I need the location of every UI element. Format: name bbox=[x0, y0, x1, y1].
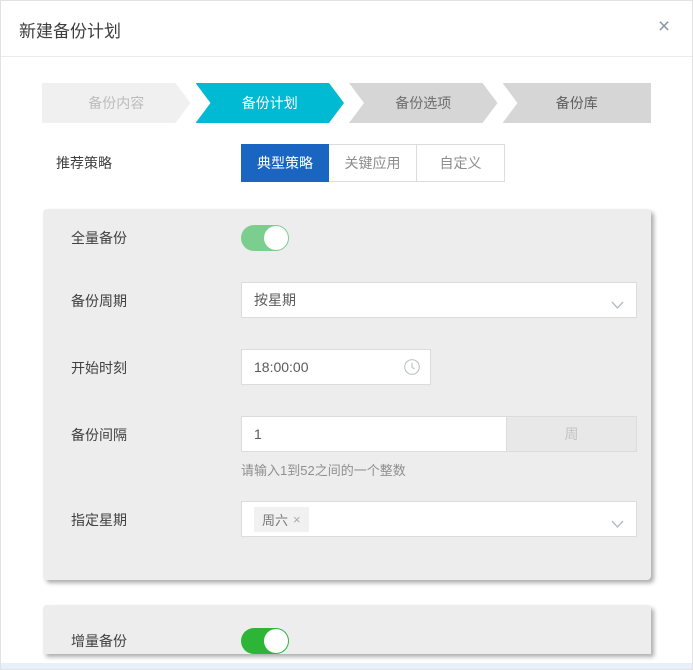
step-backup-plan[interactable]: 备份计划 bbox=[196, 83, 345, 123]
backup-cycle-label: 备份周期 bbox=[71, 293, 127, 309]
backup-interval-input[interactable] bbox=[241, 416, 507, 452]
incremental-backup-toggle[interactable] bbox=[241, 628, 289, 654]
recommended-strategy-label: 推荐策略 bbox=[56, 155, 112, 171]
step-label: 备份库 bbox=[555, 95, 598, 111]
recommended-strategy-row: 推荐策略 典型策略 关键应用 自定义 bbox=[1, 144, 692, 182]
close-icon[interactable]: × bbox=[648, 11, 680, 43]
tag-remove-icon[interactable]: × bbox=[293, 512, 301, 527]
strategy-typical-button[interactable]: 典型策略 bbox=[241, 144, 329, 182]
step-backup-options[interactable]: 备份选项 bbox=[349, 83, 498, 123]
backup-interval-row: 备份间隔 周 请输入1到52之间的一个整数 bbox=[57, 416, 637, 479]
start-time-row: 开始时刻 bbox=[57, 349, 637, 385]
incremental-backup-label: 增量备份 bbox=[71, 633, 127, 649]
step-label: 备份选项 bbox=[395, 95, 452, 111]
step-label: 备份内容 bbox=[88, 95, 145, 111]
toggle-knob bbox=[264, 629, 288, 653]
backup-cycle-value: 按星期 bbox=[254, 292, 296, 308]
start-time-label: 开始时刻 bbox=[71, 360, 127, 376]
step-backup-repository[interactable]: 备份库 bbox=[502, 83, 651, 123]
full-backup-toggle-row: 全量备份 bbox=[57, 225, 637, 251]
clock-icon[interactable] bbox=[403, 358, 421, 381]
toggle-knob bbox=[264, 226, 288, 250]
incremental-backup-panel: 增量备份 bbox=[43, 605, 651, 654]
full-backup-panel: 全量备份 备份周期 按星期 开始时刻 18:00:00 备份间隔 1 周 请输入… bbox=[43, 209, 651, 580]
strategy-button-group: 典型策略 关键应用 自定义 bbox=[241, 144, 505, 182]
backup-cycle-row: 备份周期 按星期 bbox=[57, 282, 637, 318]
window-bottom-edge bbox=[1, 663, 692, 669]
step-backup-content[interactable]: 备份内容 bbox=[42, 83, 191, 123]
interval-unit-addon: 周 bbox=[507, 416, 637, 452]
backup-interval-label: 备份间隔 bbox=[71, 427, 127, 443]
interval-hint-text: 请输入1到52之间的一个整数 bbox=[241, 463, 406, 478]
weekday-tag-label: 周六 bbox=[262, 512, 289, 528]
step-wizard: 备份内容 备份计划 备份选项 备份库 bbox=[42, 83, 651, 123]
strategy-custom-button[interactable]: 自定义 bbox=[417, 144, 505, 182]
chevron-down-icon bbox=[611, 516, 624, 534]
incremental-backup-toggle-row: 增量备份 bbox=[57, 628, 637, 654]
step-label: 备份计划 bbox=[241, 95, 298, 111]
weekday-multiselect[interactable]: 周六 × bbox=[241, 501, 637, 537]
full-backup-toggle[interactable] bbox=[241, 225, 289, 251]
full-backup-label: 全量备份 bbox=[71, 230, 127, 246]
backup-cycle-select[interactable]: 按星期 bbox=[241, 282, 637, 318]
weekday-tag: 周六 × bbox=[254, 506, 309, 532]
weekday-label: 指定星期 bbox=[71, 512, 127, 528]
new-backup-plan-dialog: 新建备份计划 × 备份内容 备份计划 备份选项 备份库 推荐策略 典型策略 关键… bbox=[0, 0, 693, 670]
dialog-header: 新建备份计划 × bbox=[1, 1, 692, 57]
strategy-critical-app-button[interactable]: 关键应用 bbox=[329, 144, 417, 182]
weekday-row: 指定星期 周六 × bbox=[57, 501, 637, 578]
dialog-title: 新建备份计划 bbox=[19, 22, 121, 41]
chevron-down-icon bbox=[611, 297, 624, 315]
